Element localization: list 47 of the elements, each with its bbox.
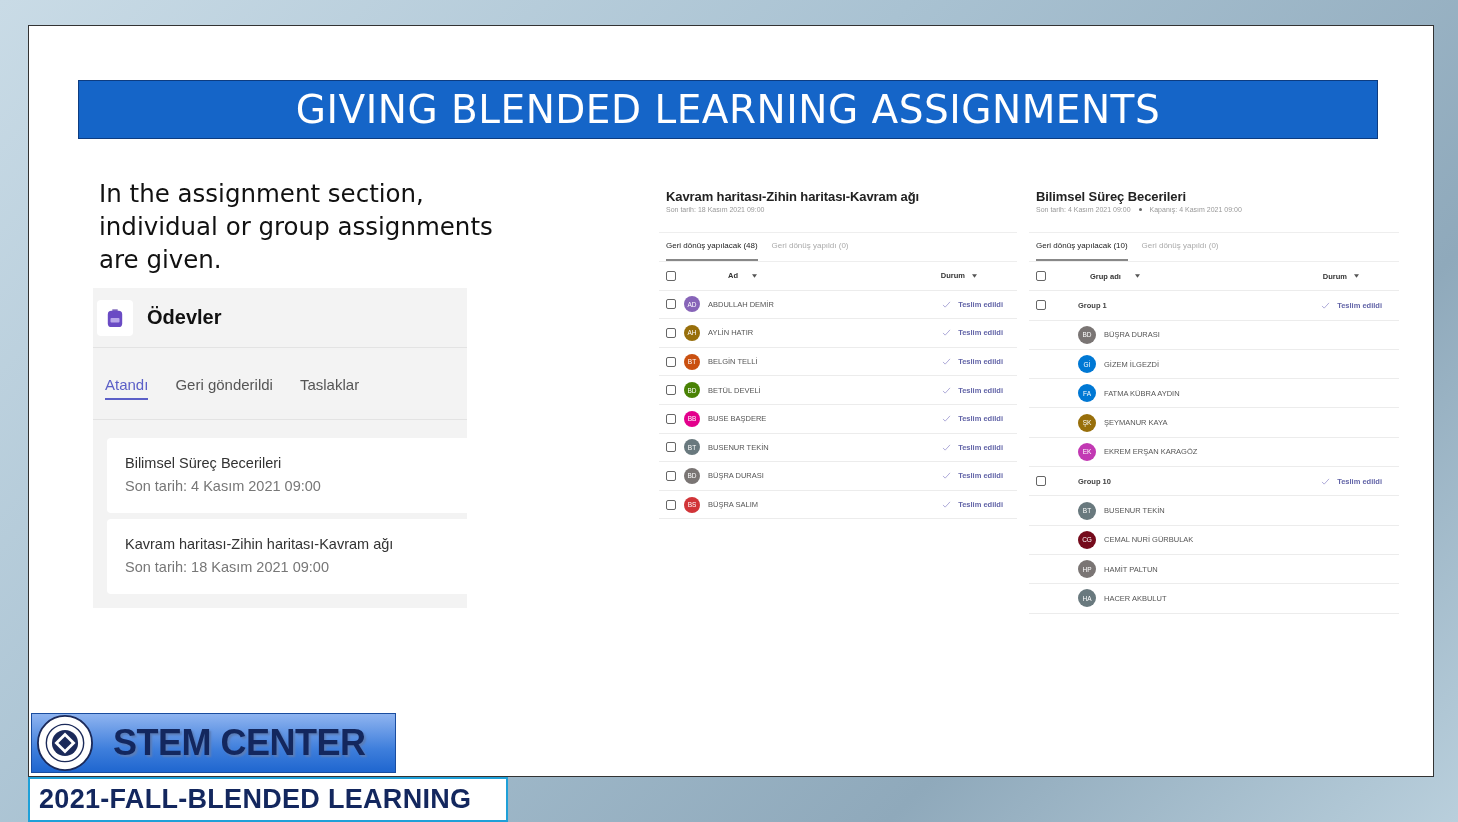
check-icon	[942, 300, 952, 308]
tab[interactable]: Geri gönderildi	[175, 371, 273, 400]
checkbox[interactable]	[666, 299, 676, 310]
check-icon	[942, 329, 952, 337]
separator-dot	[1138, 207, 1142, 211]
banner-title: STEM CENTER	[113, 722, 366, 764]
check-icon	[1321, 301, 1331, 309]
check-icon	[942, 386, 952, 394]
caret-icon[interactable]	[752, 273, 757, 278]
assignment-title: Bilimsel Süreç Becerileri	[125, 455, 283, 471]
checkbox[interactable]	[666, 270, 676, 281]
caret-icon[interactable]	[972, 273, 977, 278]
slide-title: GIVING BLENDED LEARNING ASSIGNMENTS	[295, 87, 1161, 132]
checkbox[interactable]	[1036, 300, 1046, 311]
assignment-title: Bilimsel Süreç Becerileri	[1035, 189, 1187, 204]
check-icon	[942, 443, 952, 451]
checkbox[interactable]	[666, 385, 676, 396]
check-icon	[942, 501, 952, 509]
subtitle-text: 2021-FALL-BLENDED LEARNING	[39, 784, 472, 815]
tab[interactable]: Taslaklar	[299, 371, 360, 400]
tab[interactable]: Atandı	[105, 371, 149, 400]
assignment-title: Kavram haritası-Zihin haritası-Kavram ağı	[665, 189, 921, 204]
backpack-icon	[106, 307, 124, 328]
checkbox[interactable]	[666, 413, 676, 424]
checkbox[interactable]	[666, 470, 676, 481]
checkbox[interactable]	[666, 499, 676, 510]
checkbox[interactable]	[1036, 476, 1046, 487]
assignment-title: Kavram haritası-Zihin haritası-Kavram ağı	[125, 536, 395, 552]
caret-icon[interactable]	[1354, 274, 1359, 279]
assignment-card[interactable]: Kavram haritası-Zihin haritası-Kavram ağı Son tarih: 18 Kasım 2021 09:00	[107, 519, 467, 594]
checkbox[interactable]	[1036, 271, 1046, 282]
body-text: In the assignment section, individual or group assignments are given.	[99, 178, 494, 276]
app-title: Ödevler	[147, 306, 222, 329]
university-seal-icon	[37, 715, 93, 771]
check-icon	[942, 415, 952, 423]
due-date: Son tarih: 4 Kasım 2021 09:00	[125, 478, 322, 494]
check-icon	[1321, 477, 1331, 485]
caret-icon[interactable]	[1134, 274, 1140, 279]
tab[interactable]: Geri dönüş yapılacak (48)	[666, 241, 758, 261]
check-icon	[942, 472, 952, 480]
assignment-card[interactable]: Bilimsel Süreç Becerileri Son tarih: 4 Kasım 2021 09:00	[107, 438, 467, 513]
tab[interactable]: Geri dönüş yapılacak (10)	[1036, 241, 1128, 261]
check-icon	[942, 358, 952, 366]
due-date: Son tarih: 18 Kasım 2021 09:00	[125, 559, 330, 575]
checkbox[interactable]	[666, 328, 676, 338]
checkbox[interactable]	[666, 356, 676, 367]
checkbox[interactable]	[666, 442, 676, 453]
